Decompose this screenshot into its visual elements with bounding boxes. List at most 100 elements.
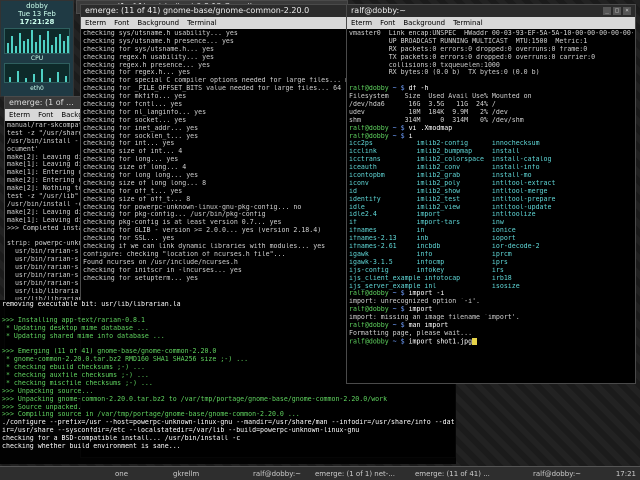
prompt-symbol: ~ $ [388, 321, 409, 329]
cpu-label: CPU [30, 55, 44, 62]
menu-terminal[interactable]: Terminal [183, 19, 221, 27]
maximize-icon[interactable]: □ [613, 7, 621, 15]
terminal-line: udev 10M 184K 9.9M 2% /dev [349, 108, 508, 116]
menu-font[interactable]: Font [34, 111, 57, 119]
menu-background[interactable]: Background [133, 19, 183, 27]
menu-font[interactable]: Font [110, 19, 133, 27]
terminal-line: shm 314M 0 314M 0% /dev/shm [349, 116, 524, 124]
left-menubar: EtermFontBackground [5, 109, 83, 121]
terminal-line: ijs-config infokey irs [349, 266, 504, 274]
terminal-line: test -z "/usr/share... [7, 129, 81, 137]
terminal-line: import: missing an image filename `impor… [349, 314, 520, 322]
prompt-symbol: ~ $ [388, 132, 409, 140]
terminal-line: manual/rar-skcompat... [7, 122, 81, 129]
prompt-symbol: ~ $ [388, 290, 409, 298]
taskbar-item[interactable]: emerge: (11 of 41) ... [412, 469, 502, 479]
prompt-user: ralf@dobby [349, 290, 389, 298]
gkrellm-time: 17:21:28 [19, 18, 55, 26]
terminal-line: icclink imlib2_bumpmap install [349, 148, 520, 156]
menu-eterm[interactable]: Eterm [347, 19, 376, 27]
prompt-user: ralf@dobby [349, 337, 389, 346]
terminal-line: collisions:0 txqueuelen:1000 [349, 61, 500, 69]
taskbar: one gkrellm ralf@dobby:~ emerge: (1 of 1… [0, 466, 640, 480]
terminal-line: ifnames in ionice [349, 227, 516, 235]
minimize-icon[interactable]: _ [603, 7, 611, 15]
terminal-line: Filesystem Size Used Avail Use% Mounted … [349, 93, 532, 101]
prompt-command: man import [408, 321, 449, 329]
prompt-command: import shot1.jpg [408, 337, 473, 346]
prompt-line: ralf@dobby ~ $ import [349, 306, 633, 314]
terminal-line: idle imlib2_view intltool-update [349, 203, 552, 211]
terminal-line: ijs_server_example inl isosize [349, 282, 520, 290]
terminal-line: >>> Unpacking gnome-common-2.20.0.tar.bz… [2, 395, 388, 403]
menu-eterm[interactable]: Eterm [81, 19, 110, 27]
terminal-line: /usr/bin/install -c... [7, 200, 81, 208]
prompt-command: df -h [408, 85, 429, 93]
cpu-graph [4, 28, 70, 54]
terminal-line: ./configure --prefix=/usr --host=powerpc… [2, 419, 454, 427]
menu-eterm[interactable]: Eterm [5, 111, 34, 119]
menu-background[interactable]: Background [399, 19, 449, 27]
terminal-line: ifnames-2.13 inb ioport [349, 235, 516, 243]
terminal-line: >>> Completed instal... [7, 224, 81, 232]
terminal-line: checking for a BSD-compatible install...… [2, 435, 241, 443]
taskbar-item[interactable]: ralf@dobby:~ [250, 469, 310, 479]
terminal-line: usr/bin/rarian-s... [14, 271, 81, 279]
terminal-line: make[1]: Leaving di... [7, 161, 81, 169]
terminal-line: icc2ps imlib2-config innochecksum [349, 140, 540, 148]
prompt-line: ralf@dobby ~ $ i [349, 133, 633, 141]
prompt-user: ralf@dobby [349, 124, 389, 132]
net-label: eth0 [30, 85, 44, 92]
terminal-line: /usr/bin/install -... [7, 137, 81, 145]
prompt-symbol: ~ $ [388, 124, 409, 132]
menu-terminal[interactable]: Terminal [449, 19, 487, 27]
terminal-line: checking whether build environment is sa… [2, 443, 181, 451]
terminal-line: identify imlib2_test intltool-prepare [349, 195, 556, 203]
terminal-line: Formatting page, please wait... [349, 329, 473, 337]
prompt-line: ralf@dobby ~ $ vi .Xmodmap [349, 125, 633, 133]
taskbar-item[interactable]: ralf@dobby:~ [530, 469, 590, 479]
gkrellm-host: dobby [26, 2, 48, 10]
taskbar-item[interactable]: one [112, 469, 142, 479]
prompt-command: vi .Xmodmap [408, 124, 453, 132]
terminal-line: iceauth imlib2_conv install-info [349, 164, 540, 172]
menu-font[interactable]: Font [376, 19, 399, 27]
prompt-line: ralf@dobby ~ $ man import [349, 322, 633, 330]
prompt-line: ralf@dobby ~ $ import shot1.jpg [349, 337, 633, 346]
taskbar-item[interactable]: emerge: (1 of 1) net-... [312, 469, 402, 479]
terminal-line: usr/bin/rarian-s... [14, 264, 81, 272]
terminal-line: id imlib2_show intltool-merge [349, 187, 548, 195]
close-icon[interactable]: × [623, 7, 631, 15]
ralf-terminal-window[interactable]: ralf@dobby:~ _ □ × Eterm Font Background Te… [346, 4, 636, 384]
left-window-title[interactable]: emerge: (1 of ... [5, 97, 83, 109]
terminal-line: ir=/usr/share --sysconfdir=/etc --locals… [2, 427, 360, 435]
terminal-line: make[2]: Entering d... [7, 177, 81, 185]
terminal-line: vmaster0 Link encap:UNSPEC HWaddr 00-03-… [349, 30, 633, 37]
taskbar-clock: 17:21 [615, 470, 636, 478]
terminal-line: >>> Compiling source in /var/tmp/portage… [2, 411, 300, 419]
terminal-line: make[1]: Leaving di... [7, 216, 81, 224]
ralf-terminal-output[interactable]: vmaster0 Link encap:UNSPEC HWaddr 00-03-… [347, 29, 635, 383]
terminal-line: igawk-3.1.5 infocmp iprs [349, 258, 508, 266]
prompt-user: ralf@dobby [349, 132, 389, 140]
taskbar-item[interactable]: gkrellm [170, 469, 220, 479]
terminal-line: icctrans imlib2_colorspace install-catal… [349, 156, 552, 164]
prompt-user: ralf@dobby [349, 321, 389, 329]
prompt-user: ralf@dobby [349, 85, 389, 93]
prompt-line: ralf@dobby ~ $ df -h [349, 85, 633, 93]
prompt-user: ralf@dobby [349, 306, 389, 314]
terminal-line: make[2]: Nothing to... [7, 185, 81, 193]
prompt-command: import [408, 306, 433, 314]
terminal-line: RX bytes:0 (0.0 b) TX bytes:0 (0.0 b) [349, 69, 540, 77]
terminal-line: import: unrecognized option `-i'. [349, 298, 481, 306]
ralf-window-title[interactable]: ralf@dobby:~ [347, 5, 635, 17]
terminal-line: >>> Source unpacked. [2, 403, 82, 411]
terminal-line: icontopbm imlib2_grab install-mo [349, 172, 532, 180]
gkrellm-monitor[interactable]: dobby Tue 13 Feb 17:21:28 CPU eth0 [0, 0, 74, 97]
prompt-line: ralf@dobby ~ $ import -i [349, 290, 633, 298]
terminal-line: usr/bin/rarian-s... [14, 248, 81, 256]
terminal-line: ifnames-2.61 incbdb ior-decode-2 [349, 243, 540, 251]
net-graph [4, 63, 70, 83]
